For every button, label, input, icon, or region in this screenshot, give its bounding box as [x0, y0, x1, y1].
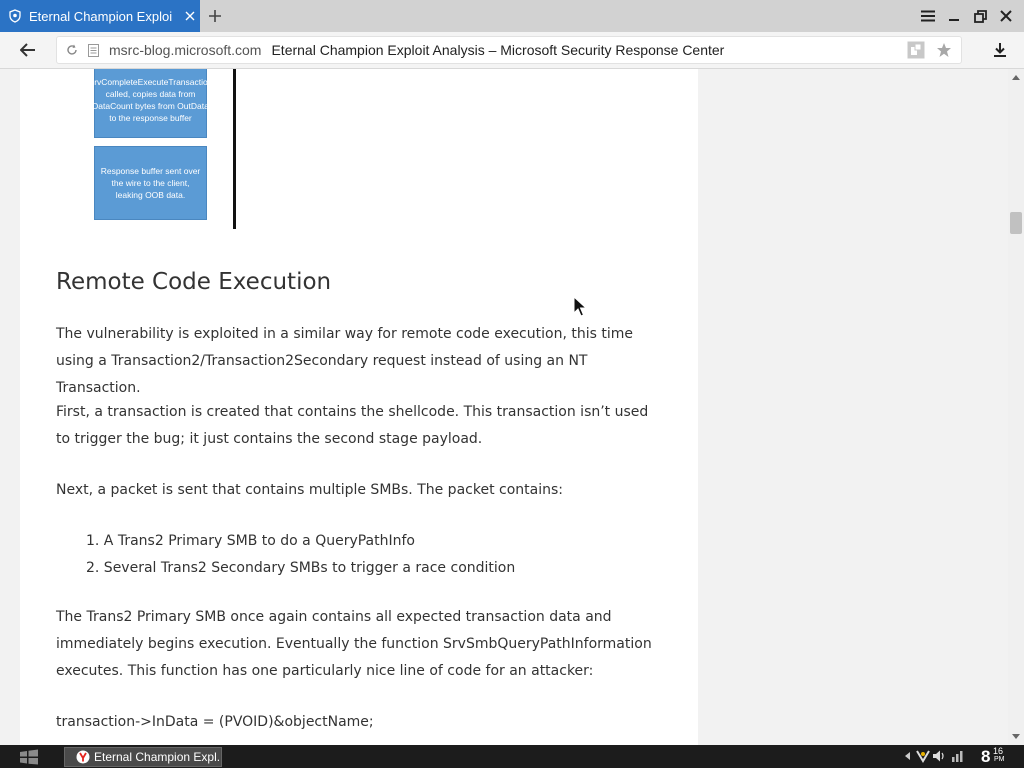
article-content: SrvCompleteExecuteTransaction called, co…	[20, 69, 698, 745]
flowchart-box: SrvCompleteExecuteTransaction called, co…	[89, 69, 212, 138]
yandex-browser-icon	[76, 750, 90, 764]
download-icon[interactable]	[990, 40, 1010, 60]
reload-icon[interactable]	[65, 43, 79, 57]
page-icon	[87, 43, 99, 57]
close-window-icon[interactable]	[996, 6, 1016, 26]
restore-window-icon[interactable]	[970, 6, 990, 26]
scrollbar-thumb[interactable]	[1010, 212, 1022, 234]
paragraph: Next, a packet is sent that contains mul…	[56, 482, 563, 498]
vertical-scrollbar[interactable]	[1008, 69, 1024, 745]
taskbar-browser-item[interactable]: Eternal Champion Expl...	[64, 747, 222, 767]
url-domain: msrc-blog.microsoft.com	[109, 42, 262, 58]
clock-minute: 16	[993, 746, 1004, 756]
minimize-icon[interactable]	[944, 6, 964, 26]
tab-active[interactable]: Eternal Champion Exploi	[0, 0, 200, 32]
flowchart-timeline-line	[233, 69, 236, 229]
paragraph: The vulnerability is exploited in a simi…	[56, 326, 633, 396]
address-bar: msrc-blog.microsoft.com Eternal Champion…	[0, 32, 1024, 69]
back-arrow-icon[interactable]	[16, 40, 40, 60]
tray-expand-arrow-icon[interactable]	[900, 749, 914, 763]
url-page-title: Eternal Champion Exploit Analysis – Micr…	[271, 42, 725, 58]
scroll-up-arrow-icon[interactable]	[1008, 69, 1024, 85]
section-heading: Remote Code Execution	[56, 269, 332, 295]
menu-hamburger-icon[interactable]	[918, 6, 938, 26]
bookmark-star-icon[interactable]	[934, 40, 954, 60]
close-tab-icon[interactable]	[183, 9, 197, 23]
list-item: 1. A Trans2 Primary SMB to do a QueryPat…	[86, 533, 415, 549]
windows-start-icon[interactable]	[18, 748, 40, 766]
tab-title: Eternal Champion Exploi	[29, 8, 173, 24]
tray-app-icon[interactable]	[916, 749, 930, 763]
taskbar: Eternal Champion Expl... 8 16 PM	[0, 745, 1024, 768]
list-item: 2. Several Trans2 Secondary SMBs to trig…	[86, 560, 516, 576]
new-tab-plus-icon[interactable]	[205, 6, 225, 26]
url-field[interactable]: msrc-blog.microsoft.com Eternal Champion…	[56, 36, 962, 64]
paragraph: First, a transaction is created that con…	[56, 404, 649, 447]
clock-hour: 8	[981, 747, 991, 766]
clock-ampm: PM	[994, 756, 1005, 763]
network-icon[interactable]	[951, 749, 965, 763]
taskbar-item-label: Eternal Champion Expl...	[94, 750, 221, 764]
mouse-cursor-icon	[573, 295, 588, 318]
code-line: transaction->InData = (PVOID)&objectName…	[56, 714, 374, 730]
volume-icon[interactable]	[932, 749, 946, 763]
flowchart-box: Response buffer sent over the wire to th…	[94, 146, 207, 220]
paragraph: The Trans2 Primary SMB once again contai…	[56, 609, 652, 679]
extension-icon[interactable]	[906, 40, 926, 60]
page-viewport: SrvCompleteExecuteTransaction called, co…	[0, 69, 1008, 745]
tab-bar: Eternal Champion Exploi	[0, 0, 1024, 32]
scroll-down-arrow-icon[interactable]	[1008, 729, 1024, 745]
shield-favicon-icon	[8, 9, 22, 23]
